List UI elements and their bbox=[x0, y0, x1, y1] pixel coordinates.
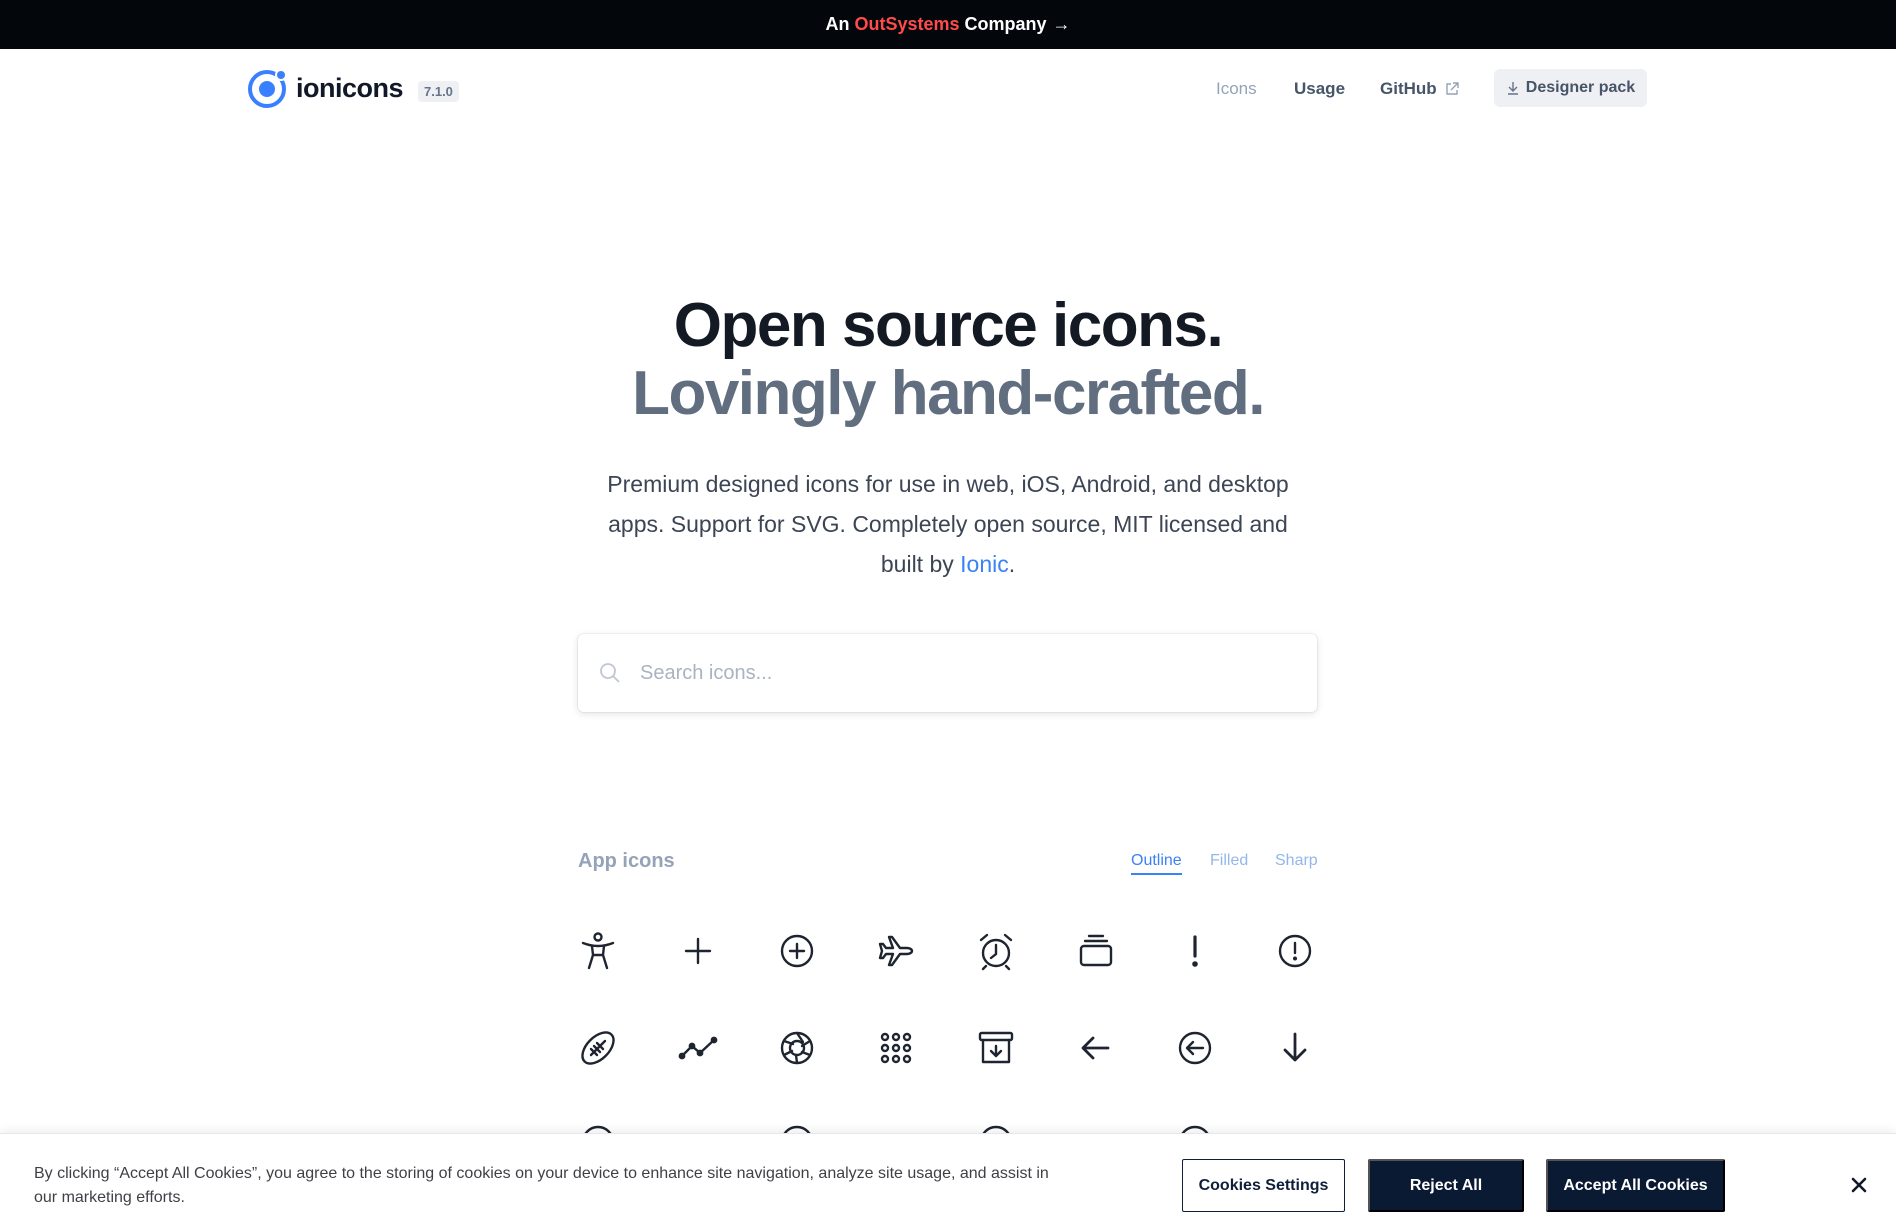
arrow-down-icon[interactable] bbox=[1273, 1026, 1317, 1070]
american-football-icon[interactable] bbox=[576, 1026, 620, 1070]
analytics-icon[interactable] bbox=[676, 1026, 720, 1070]
nav-link-icons[interactable]: Icons bbox=[1216, 79, 1257, 99]
search-box bbox=[578, 634, 1317, 712]
external-link-icon bbox=[1445, 82, 1459, 95]
hero-description: Premium designed icons for use in web, i… bbox=[598, 464, 1298, 584]
hero-title-line2: Lovingly hand-crafted. bbox=[632, 359, 1265, 428]
archive-icon[interactable] bbox=[974, 1026, 1018, 1070]
albums-icon[interactable] bbox=[1074, 929, 1118, 973]
accessibility-icon[interactable] bbox=[576, 929, 620, 973]
alarm-icon[interactable] bbox=[974, 929, 1018, 973]
ionic-link[interactable]: Ionic bbox=[960, 551, 1009, 577]
cookie-banner: By clicking “Accept All Cookies”, you ag… bbox=[0, 1133, 1896, 1228]
banner-prefix: An bbox=[825, 14, 850, 34]
add-circle-icon[interactable] bbox=[775, 929, 819, 973]
cookies-settings-button[interactable]: Cookies Settings bbox=[1182, 1159, 1345, 1212]
top-banner[interactable]: An OutSystems Company → bbox=[0, 0, 1896, 49]
logo[interactable]: ionicons bbox=[246, 67, 404, 109]
hero-desc-text: Premium designed icons for use in web, i… bbox=[607, 471, 1289, 577]
arrow-right-icon: → bbox=[1052, 14, 1071, 34]
close-icon[interactable] bbox=[1849, 1175, 1869, 1195]
cookie-text: By clicking “Accept All Cookies”, you ag… bbox=[34, 1165, 1049, 1206]
designer-pack-label: Designer pack bbox=[1525, 79, 1636, 96]
airplane-icon[interactable] bbox=[874, 929, 918, 973]
banner-suffix: Company bbox=[964, 14, 1047, 34]
ionicons-logo-icon bbox=[248, 69, 287, 108]
section-title: App icons bbox=[578, 850, 675, 872]
hero-title-line1: Open source icons. bbox=[673, 291, 1224, 360]
reject-all-button[interactable]: Reject All bbox=[1368, 1159, 1524, 1212]
tab-filled[interactable]: Filled bbox=[1210, 852, 1248, 870]
search-icon bbox=[600, 663, 620, 683]
arrow-back-circle-icon[interactable] bbox=[1173, 1026, 1217, 1070]
designer-pack-button[interactable]: Designer pack bbox=[1494, 69, 1647, 107]
main-nav: ionicons 7.1.0 Icons Usage GitHub Design… bbox=[0, 49, 1896, 127]
nav-link-github[interactable]: GitHub bbox=[1380, 79, 1459, 99]
aperture-icon[interactable] bbox=[775, 1026, 819, 1070]
apps-icon[interactable] bbox=[874, 1026, 918, 1070]
banner-brand: OutSystems bbox=[854, 14, 960, 34]
logo-text: ionicons bbox=[296, 72, 404, 103]
accept-all-cookies-button[interactable]: Accept All Cookies bbox=[1546, 1159, 1725, 1212]
arrow-back-icon[interactable] bbox=[1074, 1026, 1118, 1070]
search-input[interactable] bbox=[640, 661, 1280, 685]
tab-outline[interactable]: Outline bbox=[1131, 852, 1182, 875]
tab-sharp[interactable]: Sharp bbox=[1275, 852, 1318, 870]
download-icon bbox=[1507, 82, 1518, 95]
alert-icon[interactable] bbox=[1173, 929, 1217, 973]
nav-link-github-label: GitHub bbox=[1380, 79, 1437, 98]
alert-circle-icon[interactable] bbox=[1273, 929, 1317, 973]
version-badge: 7.1.0 bbox=[418, 81, 459, 102]
nav-link-usage[interactable]: Usage bbox=[1294, 79, 1345, 99]
hero-desc-end: . bbox=[1008, 551, 1016, 577]
add-icon[interactable] bbox=[676, 929, 720, 973]
